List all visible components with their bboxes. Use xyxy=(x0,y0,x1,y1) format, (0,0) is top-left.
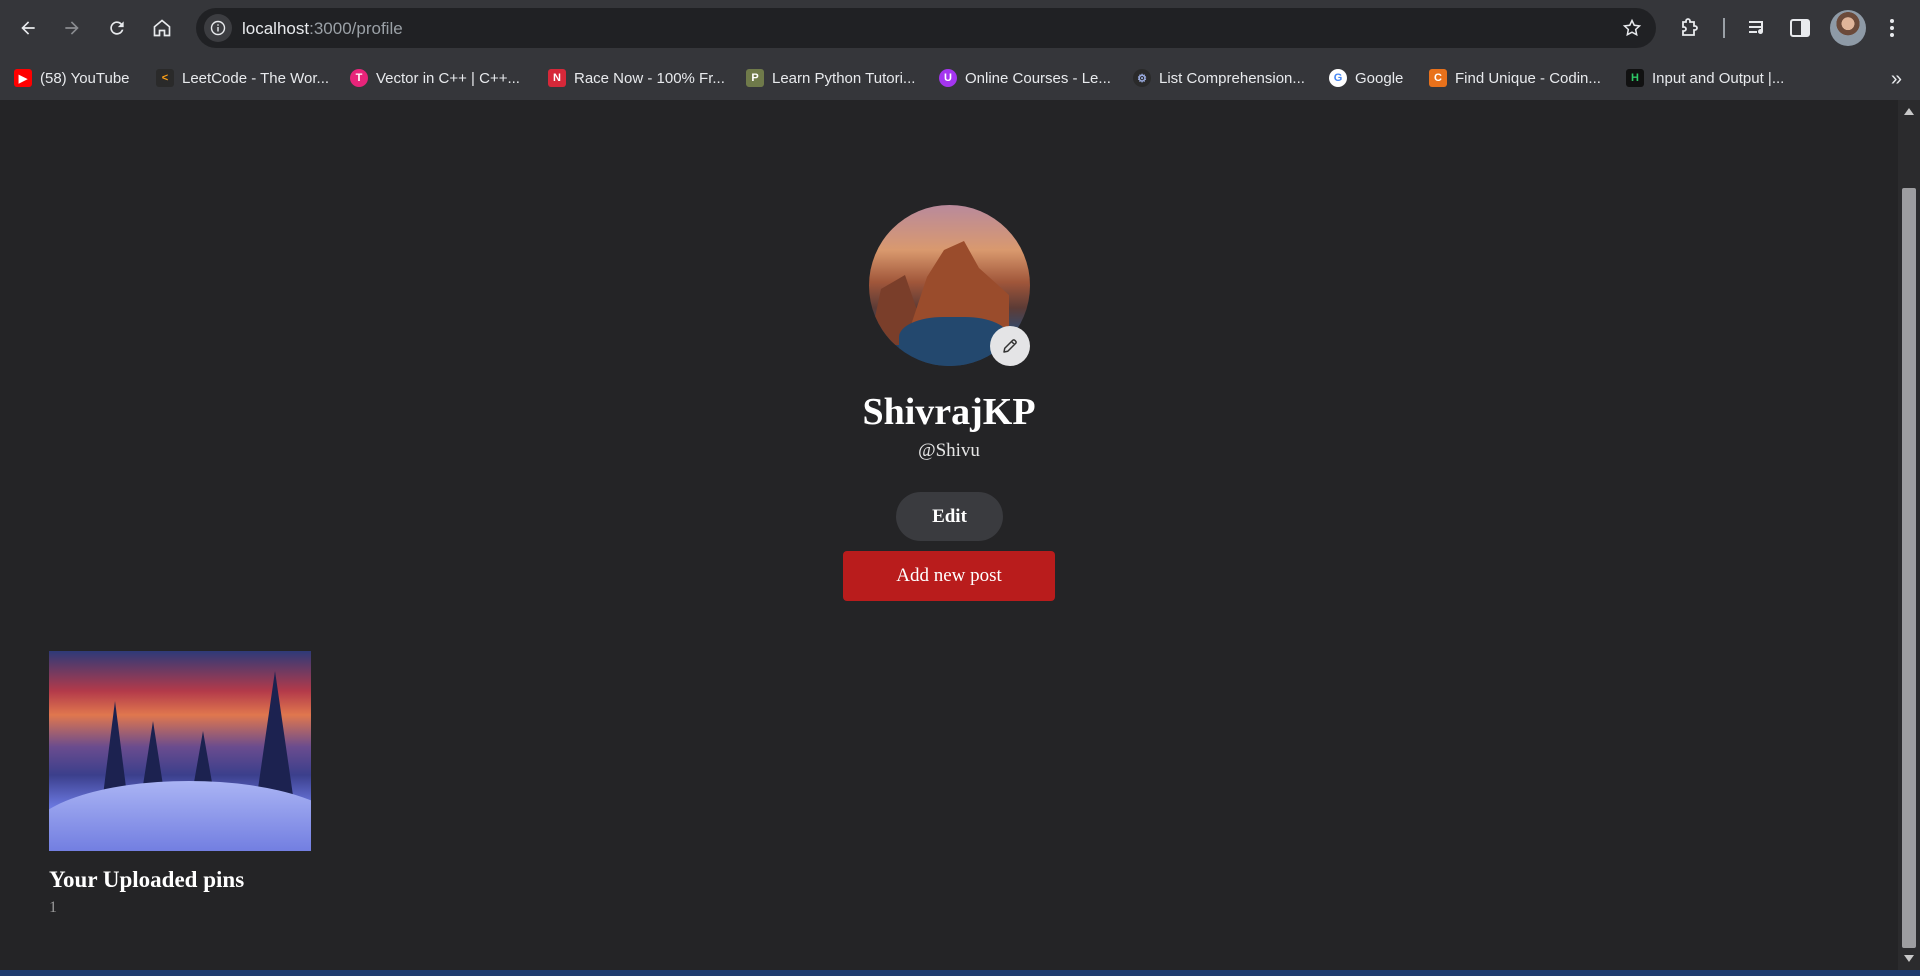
forward-button[interactable] xyxy=(56,12,88,44)
reload-icon xyxy=(110,21,124,35)
bookmark-item[interactable]: P Learn Python Tutori... xyxy=(746,65,915,91)
scroll-thumb[interactable] xyxy=(1902,188,1916,948)
udemy-icon: U xyxy=(939,69,957,87)
browser-toolbar: localhost:3000/profile xyxy=(0,0,1920,56)
url-path: :3000/profile xyxy=(309,19,403,38)
more-menu-icon[interactable] xyxy=(1880,16,1904,40)
scroll-down-icon[interactable] xyxy=(1904,955,1914,962)
add-new-post-button[interactable]: Add new post xyxy=(843,551,1055,601)
browser-profile-avatar[interactable] xyxy=(1830,10,1866,46)
url-host: localhost xyxy=(242,19,310,38)
toolbar-separator xyxy=(1723,18,1725,38)
arrow-left-icon xyxy=(21,21,35,35)
address-bar[interactable]: localhost:3000/profile xyxy=(196,8,1656,48)
media-controls-icon[interactable] xyxy=(1746,16,1770,40)
nitrotype-icon: N xyxy=(548,69,566,87)
bookmark-item[interactable]: N Race Now - 100% Fr... xyxy=(548,65,725,91)
edit-profile-button[interactable]: Edit xyxy=(896,492,1003,541)
profile-page: ShivrajKP @Shivu Edit Add new post Your … xyxy=(0,100,1898,970)
back-button[interactable] xyxy=(12,12,44,44)
bookmark-item[interactable]: G Google xyxy=(1329,65,1403,91)
bookmark-label: Race Now - 100% Fr... xyxy=(574,69,725,87)
bookmark-star-icon[interactable] xyxy=(1622,18,1642,38)
bookmark-item[interactable]: < LeetCode - The Wor... xyxy=(156,65,329,91)
bookmarks-bar: ▶ (58) YouTube < LeetCode - The Wor... T… xyxy=(0,56,1920,100)
uploaded-pins-title: Your Uploaded pins xyxy=(49,867,245,892)
python-tutorial-icon: P xyxy=(746,69,764,87)
reload-button[interactable] xyxy=(101,12,133,44)
profile-handle: @Shivu xyxy=(918,440,980,461)
taskbar-edge xyxy=(0,970,1920,976)
bookmark-label: Find Unique - Codin... xyxy=(1455,69,1601,87)
pin-thumbnail[interactable] xyxy=(49,651,311,851)
bookmark-label: Online Courses - Le... xyxy=(965,69,1111,87)
edit-avatar-button[interactable] xyxy=(990,326,1030,366)
hackerrank-icon: H xyxy=(1626,69,1644,87)
bookmark-item[interactable]: C Find Unique - Codin... xyxy=(1429,65,1601,91)
extensions-icon[interactable] xyxy=(1678,16,1702,40)
pencil-icon xyxy=(1003,339,1017,353)
bookmark-label: List Comprehension... xyxy=(1159,69,1305,87)
scaler-icon: T xyxy=(350,69,368,87)
scroll-up-icon[interactable] xyxy=(1904,108,1914,115)
home-icon xyxy=(153,19,171,37)
page-scrollbar[interactable] xyxy=(1898,100,1920,970)
youtube-icon: ▶ xyxy=(14,69,32,87)
bookmark-item[interactable]: ⚙ List Comprehension... xyxy=(1133,65,1305,91)
uploaded-pins-count: 1 xyxy=(49,899,57,916)
bookmark-item[interactable]: T Vector in C++ | C++... xyxy=(350,65,520,91)
bookmark-label: Input and Output |... xyxy=(1652,69,1785,87)
snow-shape xyxy=(49,781,311,851)
leetcode-icon: < xyxy=(156,69,174,87)
google-icon: G xyxy=(1329,69,1347,87)
codechef-icon: C xyxy=(1429,69,1447,87)
url-text: localhost:3000/profile xyxy=(242,19,403,39)
side-panel-icon[interactable] xyxy=(1788,16,1812,40)
bookmark-label: Vector in C++ | C++... xyxy=(376,69,520,87)
arrow-right-icon xyxy=(65,21,79,35)
bookmark-label: Learn Python Tutori... xyxy=(772,69,916,87)
bookmark-item[interactable]: H Input and Output |... xyxy=(1626,65,1784,91)
bookmark-label: (58) YouTube xyxy=(40,69,130,87)
uploaded-pins-card[interactable]: Your Uploaded pins 1 xyxy=(49,651,311,917)
more-bookmarks-icon[interactable]: » xyxy=(1891,68,1902,91)
bookmark-item[interactable]: U Online Courses - Le... xyxy=(939,65,1111,91)
gear-site-icon: ⚙ xyxy=(1133,69,1151,87)
bookmark-item[interactable]: ▶ (58) YouTube xyxy=(14,65,130,91)
bookmark-label: Google xyxy=(1355,69,1404,87)
profile-name: ShivrajKP xyxy=(862,391,1036,433)
bookmark-label: LeetCode - The Wor... xyxy=(182,69,330,87)
home-button[interactable] xyxy=(146,12,178,44)
site-info-icon[interactable] xyxy=(204,14,232,42)
